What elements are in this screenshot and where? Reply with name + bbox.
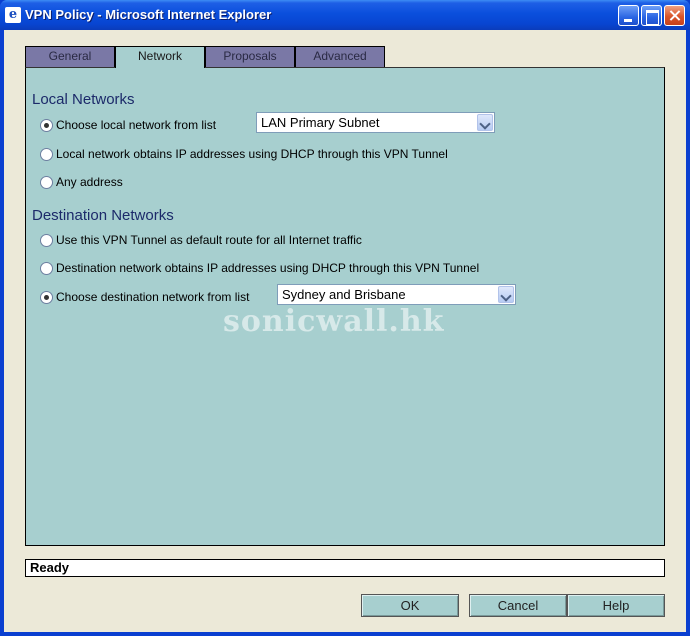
cancel-button[interactable]: Cancel (469, 594, 567, 617)
help-button[interactable]: Help (567, 594, 665, 617)
destination-network-select[interactable]: Sydney and Brisbane (277, 284, 516, 305)
radio-selected-icon[interactable] (40, 118, 53, 132)
local-network-select[interactable]: LAN Primary Subnet (256, 112, 495, 133)
dest-choose-label: Choose destination network from list (56, 290, 250, 304)
destination-networks-title: Destination Networks (32, 207, 174, 224)
title-bar[interactable]: e VPN Policy - Microsoft Internet Explor… (0, 0, 690, 30)
window-title: VPN Policy - Microsoft Internet Explorer (25, 7, 272, 22)
ok-button[interactable]: OK (361, 594, 459, 617)
radio-selected-icon[interactable] (40, 290, 53, 304)
dest-dhcp-label: Destination network obtains IP addresses… (56, 261, 480, 275)
radio-icon[interactable] (40, 261, 53, 275)
dest-default-route-option[interactable]: Use this VPN Tunnel as default route for… (40, 232, 362, 248)
tab-proposals[interactable]: Proposals (205, 46, 295, 67)
watermark: sonicwall.hk (223, 304, 445, 339)
local-any-label: Any address (56, 175, 123, 189)
browser-window: e VPN Policy - Microsoft Internet Explor… (0, 0, 690, 636)
dest-choose-option[interactable]: Choose destination network from list (40, 289, 249, 305)
close-icon[interactable] (664, 5, 685, 26)
chevron-down-icon[interactable] (477, 114, 493, 131)
tab-advanced[interactable]: Advanced (295, 46, 385, 67)
local-dhcp-label: Local network obtains IP addresses using… (56, 147, 448, 161)
maximize-icon[interactable] (641, 5, 662, 26)
tab-general[interactable]: General (25, 46, 115, 67)
dialog-body: General Network Proposals Advanced Local… (4, 30, 686, 632)
local-networks-title: Local Networks (32, 91, 135, 108)
status-bar: Ready (25, 559, 665, 577)
tab-network[interactable]: Network (115, 46, 205, 68)
local-choose-option[interactable]: Choose local network from list (40, 117, 216, 133)
minimize-icon[interactable] (618, 5, 639, 26)
dest-dhcp-option[interactable]: Destination network obtains IP addresses… (40, 260, 479, 276)
local-network-select-value: LAN Primary Subnet (261, 115, 380, 130)
ie-icon: e (5, 7, 21, 23)
radio-icon[interactable] (40, 233, 53, 247)
network-panel: Local Networks Choose local network from… (25, 67, 665, 546)
dest-default-route-label: Use this VPN Tunnel as default route for… (56, 233, 362, 247)
radio-icon[interactable] (40, 147, 53, 161)
destination-network-select-value: Sydney and Brisbane (282, 287, 406, 302)
chevron-down-icon[interactable] (498, 286, 514, 303)
local-any-option[interactable]: Any address (40, 174, 123, 190)
radio-icon[interactable] (40, 175, 53, 189)
local-choose-label: Choose local network from list (56, 118, 217, 132)
local-dhcp-option[interactable]: Local network obtains IP addresses using… (40, 146, 448, 162)
